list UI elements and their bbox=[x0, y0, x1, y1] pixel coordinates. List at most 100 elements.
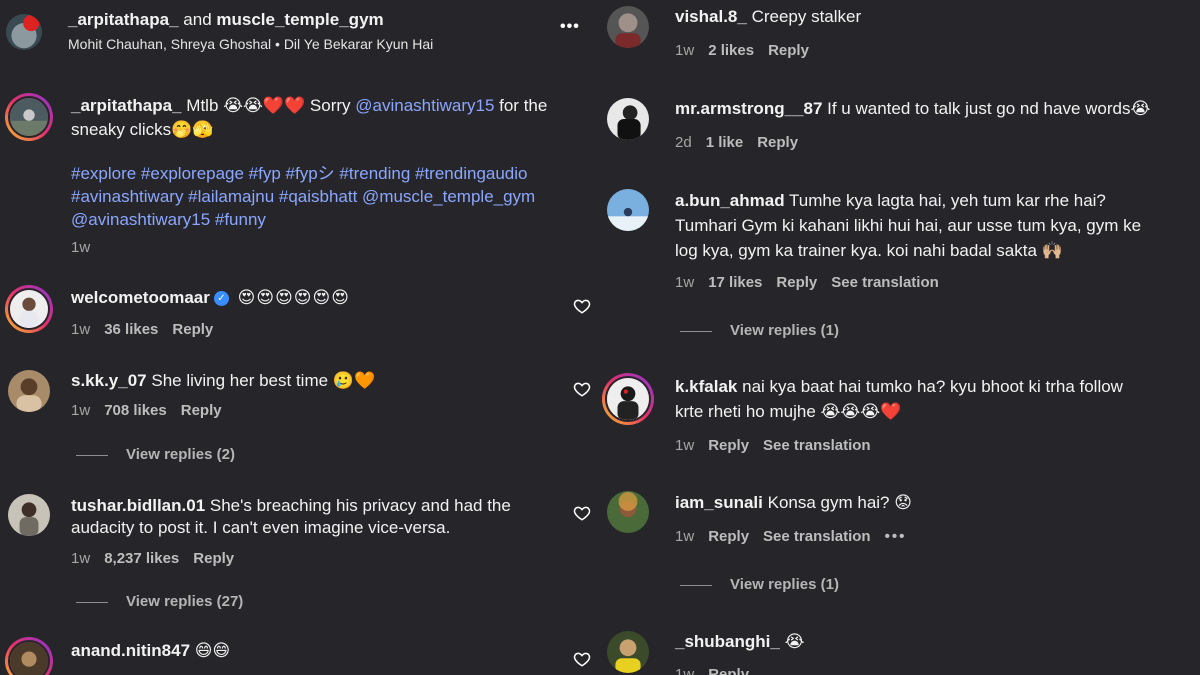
commenter-avatar[interactable] bbox=[8, 494, 50, 536]
replies-divider bbox=[680, 584, 712, 586]
audio-info[interactable]: Mohit Chauhan, Shreya Ghoshal • Dil Ye B… bbox=[68, 32, 433, 56]
reply-button[interactable]: Reply bbox=[757, 134, 798, 151]
caption-hashtags-2[interactable]: #avinashtiwary #lailamajnu #qaisbhatt @m… bbox=[71, 185, 535, 209]
comment-likes[interactable]: 36 likes bbox=[104, 321, 158, 338]
comment-meta: 2d 1 like Reply bbox=[675, 134, 812, 151]
comment-text: Tumhe kya lagta hai, yeh tum kar rhe hai… bbox=[789, 191, 1106, 210]
coauthor-username[interactable]: muscle_temple_gym bbox=[216, 10, 383, 29]
comment-time: 1w bbox=[71, 550, 91, 567]
replies-divider bbox=[76, 601, 108, 603]
comment-username[interactable]: a.bun_ahmad bbox=[675, 191, 785, 210]
comment-username[interactable]: mr.armstrong__87 bbox=[675, 99, 822, 118]
comment-meta: 1w Reply See translation bbox=[675, 437, 885, 454]
view-replies-button[interactable]: View replies (1) bbox=[680, 322, 839, 339]
audio-title: Dil Ye Bekarar Kyun Hai bbox=[283, 36, 434, 52]
comment-line: k.kfalak nai kya baat hai tumko ha? kyu … bbox=[675, 375, 1123, 399]
comment-text-line-2: audacity to post it. I can't even imagin… bbox=[71, 518, 451, 537]
commenter-avatar[interactable] bbox=[607, 189, 649, 231]
post-authors: _arpitathapa_ and muscle_temple_gym bbox=[68, 8, 384, 32]
caption-mention[interactable]: @avinashtiwary15 bbox=[355, 96, 494, 115]
view-replies-button[interactable]: View replies (2) bbox=[76, 446, 235, 463]
caption-username[interactable]: _arpitathapa_ bbox=[71, 96, 182, 115]
reply-button[interactable]: Reply bbox=[776, 274, 817, 291]
commenter-avatar[interactable] bbox=[602, 373, 654, 425]
like-heart-icon[interactable] bbox=[573, 504, 591, 522]
comment-meta: 1w Reply See translation ••• bbox=[675, 528, 920, 545]
comment-username[interactable]: s.kk.y_07 bbox=[71, 371, 147, 390]
reply-button[interactable]: Reply bbox=[181, 402, 222, 419]
commenter-avatar[interactable] bbox=[607, 491, 649, 533]
comment-line: a.bun_ahmad Tumhe kya lagta hai, yeh tum… bbox=[675, 189, 1106, 213]
commenter-avatar[interactable] bbox=[5, 285, 53, 333]
reply-button[interactable]: Reply bbox=[193, 550, 234, 567]
comment-line: iam_sunali Konsa gym hai? 😟 bbox=[675, 491, 912, 515]
see-translation-button[interactable]: See translation bbox=[763, 528, 871, 545]
comment-username[interactable]: welcometoomaar bbox=[71, 288, 210, 307]
comment-time: 1w bbox=[675, 274, 695, 291]
comment-line: vishal.8_ Creepy stalker bbox=[675, 5, 861, 29]
caption-text: Mtlb 😭😭❤️❤️ Sorry bbox=[186, 96, 356, 115]
comment-likes[interactable]: 8,237 likes bbox=[104, 550, 179, 567]
caption-avatar[interactable] bbox=[5, 93, 53, 141]
comment-text: nai kya baat hai tumko ha? kyu bhoot ki … bbox=[742, 377, 1123, 396]
reply-button[interactable]: Reply bbox=[708, 528, 749, 545]
commenter-avatar[interactable] bbox=[8, 370, 50, 412]
comment-time: 1w bbox=[675, 437, 695, 454]
comment-text: She's breaching his privacy and had the bbox=[209, 496, 511, 515]
commenter-avatar[interactable] bbox=[5, 637, 53, 675]
comment-time: 1w bbox=[71, 321, 91, 338]
commenter-avatar[interactable] bbox=[607, 631, 649, 673]
comment-text: 😭 bbox=[784, 632, 805, 651]
reply-button[interactable]: Reply bbox=[768, 42, 809, 59]
caption-line-2: sneaky clicks🤭🫣 bbox=[71, 120, 214, 139]
commenter-avatar[interactable] bbox=[607, 98, 649, 140]
like-heart-icon[interactable] bbox=[573, 297, 591, 315]
comment-more-options-icon[interactable]: ••• bbox=[885, 528, 907, 545]
view-replies-button[interactable]: View replies (1) bbox=[680, 576, 839, 593]
comment-text: Konsa gym hai? 😟 bbox=[767, 493, 912, 512]
verified-badge-icon: ✓ bbox=[213, 291, 229, 307]
comment-meta: 1w 36 likes Reply bbox=[71, 321, 227, 338]
comment-meta: 1w 2 likes Reply bbox=[675, 42, 823, 59]
reply-button[interactable]: Reply bbox=[172, 321, 213, 338]
comment-time: 1w bbox=[675, 42, 695, 59]
author-username[interactable]: _arpitathapa_ bbox=[68, 10, 179, 29]
comment-likes[interactable]: 708 likes bbox=[104, 402, 167, 419]
comment-username[interactable]: anand.nitin847 bbox=[71, 641, 190, 660]
comment-likes[interactable]: 1 like bbox=[706, 134, 744, 151]
comment-time: 2d bbox=[675, 134, 692, 151]
comment-likes[interactable]: 17 likes bbox=[708, 274, 762, 291]
author-avatar[interactable] bbox=[6, 14, 42, 50]
caption-line-1: _arpitathapa_ Mtlb 😭😭❤️❤️ Sorry @avinash… bbox=[71, 94, 547, 118]
author-conjunction: and bbox=[183, 10, 212, 29]
comment-likes[interactable]: 2 likes bbox=[708, 42, 754, 59]
comment-username[interactable]: vishal.8_ bbox=[675, 7, 747, 26]
comment-meta: 1w 17 likes Reply See translation bbox=[675, 274, 953, 291]
see-translation-button[interactable]: See translation bbox=[763, 437, 871, 454]
comment-username[interactable]: k.kfalak bbox=[675, 377, 737, 396]
reply-button[interactable]: Reply bbox=[708, 437, 749, 454]
comment-username[interactable]: _shubanghi_ bbox=[675, 632, 780, 651]
replies-divider bbox=[680, 330, 712, 332]
more-options-icon[interactable]: ••• bbox=[560, 18, 580, 36]
comment-meta: 1w 708 likes Reply bbox=[71, 402, 236, 419]
caption-hashtags-3[interactable]: @avinashtiwary15 #funny bbox=[71, 208, 266, 232]
like-heart-icon[interactable] bbox=[573, 380, 591, 398]
see-translation-button[interactable]: See translation bbox=[831, 274, 939, 291]
comment-line: welcometoomaar ✓ 😍😍😍😍😍😍 bbox=[71, 286, 350, 310]
caption-hashtags-1[interactable]: #explore #explorepage #fyp #fypシ #trendi… bbox=[71, 162, 528, 186]
comment-line: _shubanghi_ 😭 bbox=[675, 630, 804, 654]
replies-divider bbox=[76, 454, 108, 456]
reply-button[interactable]: Reply bbox=[708, 666, 749, 675]
like-heart-icon[interactable] bbox=[573, 650, 591, 668]
comment-text: 😍😍😍😍😍😍 bbox=[237, 288, 350, 307]
view-replies-button[interactable]: View replies (27) bbox=[76, 593, 243, 610]
comment-text-line-2: krte rheti ho mujhe 😭😭😭❤️ bbox=[675, 402, 902, 421]
comment-meta: 1w Reply bbox=[675, 666, 763, 675]
commenter-avatar[interactable] bbox=[607, 6, 649, 48]
comment-text: 😄😄 bbox=[194, 641, 231, 660]
comment-line: anand.nitin847 😄😄 bbox=[71, 639, 230, 663]
comment-username[interactable]: iam_sunali bbox=[675, 493, 763, 512]
comment-username[interactable]: tushar.bidllan.01 bbox=[71, 496, 205, 515]
comment-text: If u wanted to talk just go nd have word… bbox=[827, 99, 1151, 118]
